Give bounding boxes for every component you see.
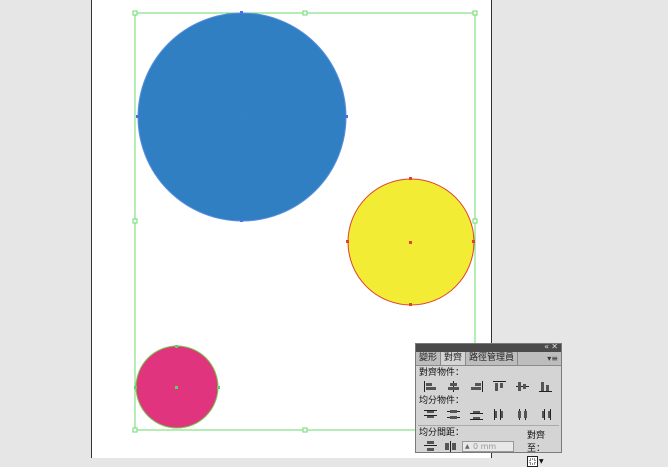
distribute-horizontal-center-button[interactable] xyxy=(514,408,531,421)
align-bottom-icon xyxy=(539,382,552,392)
align-objects-label: 對齊物件： xyxy=(419,368,465,378)
align-top-button[interactable] xyxy=(491,380,508,393)
align-left-button[interactable] xyxy=(422,380,439,393)
handle-top-left[interactable] xyxy=(132,10,138,16)
align-right-icon xyxy=(471,381,483,392)
tab-pathfinder-label: 路徑管理員 xyxy=(469,353,515,363)
align-top-icon xyxy=(493,381,506,391)
distribute-spacing-label: 均分間距： xyxy=(419,428,465,438)
canvas-layer[interactable] xyxy=(0,0,668,445)
panel-titlebar[interactable]: « ✕ xyxy=(416,342,561,352)
spacing-and-align-to-row: 均分間距： ▲ 0 mm 對齊至： ▼ xyxy=(416,426,561,467)
spacing-value-text: 0 mm xyxy=(473,442,497,451)
spacing-value-input[interactable]: ▲ 0 mm xyxy=(462,441,514,452)
align-left-icon xyxy=(424,381,436,392)
distribute-horizontal-spacing-button[interactable] xyxy=(442,440,459,453)
tab-align-label: 對齊 xyxy=(444,353,463,363)
handle-top-middle[interactable] xyxy=(302,10,308,16)
distribute-spacing-controls: ▲ 0 mm xyxy=(416,438,527,453)
panel-tab-bar: 變形 對齊 路徑管理員 ▾≡ xyxy=(416,352,561,366)
collapse-panel-icon[interactable]: « xyxy=(544,342,549,352)
distribute-vertical-spacing-button[interactable] xyxy=(422,440,439,453)
distribute-vertical-center-icon xyxy=(447,410,460,419)
align-to-label: 對齊至： xyxy=(527,431,546,454)
align-bottom-button[interactable] xyxy=(537,380,554,393)
align-to-block: 對齊至： ▼ xyxy=(527,426,561,467)
align-objects-row xyxy=(416,378,561,394)
distribute-spacing-block: 均分間距： ▲ 0 mm xyxy=(416,426,527,453)
distribute-bottom-button[interactable] xyxy=(468,408,485,421)
align-horizontal-center-icon xyxy=(448,381,459,392)
close-panel-icon[interactable]: ✕ xyxy=(551,342,558,352)
distribute-right-button[interactable] xyxy=(537,408,554,421)
distribute-vertical-spacing-icon xyxy=(424,441,437,451)
distribute-horizontal-spacing-icon xyxy=(445,441,456,452)
distribute-bottom-icon xyxy=(470,411,483,420)
align-right-button[interactable] xyxy=(468,380,485,393)
pasteboard[interactable] xyxy=(0,0,668,458)
align-panel[interactable]: « ✕ 變形 對齊 路徑管理員 ▾≡ 對齊物件： 均分物件： 均分間距： ▲ 0… xyxy=(415,342,562,467)
chevron-down-icon: ▼ xyxy=(539,458,544,465)
distribute-objects-label: 均分物件： xyxy=(419,396,465,406)
tab-pathfinder[interactable]: 路徑管理員 xyxy=(466,352,519,365)
panel-menu-icon[interactable]: ▾≡ xyxy=(547,352,558,365)
align-to-dropdown[interactable]: ▼ xyxy=(527,456,561,467)
distribute-objects-row xyxy=(416,406,561,422)
handle-middle-left[interactable] xyxy=(132,218,138,224)
distribute-top-icon xyxy=(424,410,437,418)
align-vertical-center-button[interactable] xyxy=(514,380,531,393)
spinner-arrows-icon[interactable]: ▲ xyxy=(465,442,470,452)
distribute-horizontal-center-icon xyxy=(518,409,527,420)
handle-middle-right[interactable] xyxy=(472,218,478,224)
distribute-vertical-center-button[interactable] xyxy=(445,408,462,421)
align-horizontal-center-button[interactable] xyxy=(445,380,462,393)
handle-bottom-middle[interactable] xyxy=(302,427,308,433)
align-vertical-center-icon xyxy=(516,382,529,391)
distribute-left-icon xyxy=(494,409,503,420)
handle-bottom-left[interactable] xyxy=(132,427,138,433)
tab-align[interactable]: 對齊 xyxy=(441,352,467,365)
distribute-right-icon xyxy=(542,409,551,420)
handle-top-right[interactable] xyxy=(472,10,478,16)
tab-transform[interactable]: 變形 xyxy=(416,352,442,365)
tab-transform-label: 變形 xyxy=(419,353,438,363)
align-to-selection-icon xyxy=(527,456,538,467)
distribute-left-button[interactable] xyxy=(491,408,508,421)
distribute-top-button[interactable] xyxy=(422,408,439,421)
